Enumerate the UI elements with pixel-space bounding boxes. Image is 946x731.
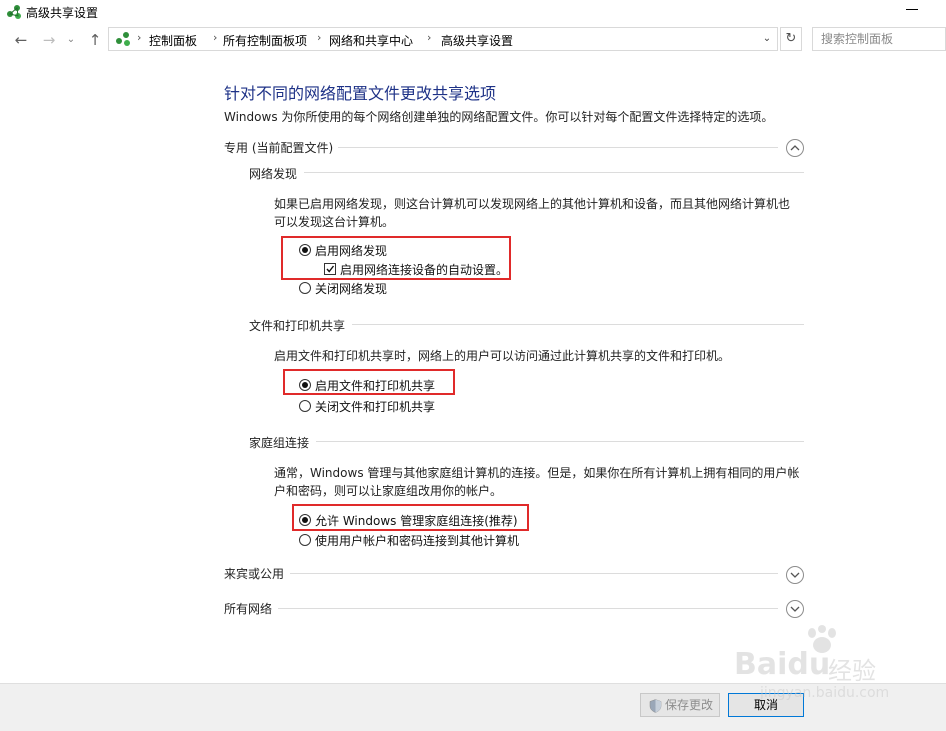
refresh-icon[interactable]: ↻: [780, 27, 802, 51]
homegroup-description: 通常，Windows 管理与其他家庭组计算机的连接。但是，如果你在所有计算机上拥…: [274, 464, 799, 500]
breadcrumb-separator-icon[interactable]: ›: [213, 31, 217, 44]
network-app-icon: [6, 4, 22, 20]
watermark-logo-text: Baidu: [734, 647, 831, 682]
watermark-url: jingyan.baidu.com: [760, 685, 890, 701]
divider: [304, 172, 804, 173]
expand-chevron-down-icon[interactable]: [786, 600, 804, 618]
network-discovery-heading: 网络发现: [249, 167, 298, 181]
up-arrow-icon[interactable]: ↑: [84, 29, 106, 51]
file-printer-sharing-heading: 文件和打印机共享: [249, 319, 346, 333]
radio-unselected-icon[interactable]: [299, 282, 311, 294]
breadcrumb-separator-icon[interactable]: ›: [137, 31, 141, 44]
breadcrumb-separator-icon[interactable]: ›: [427, 31, 431, 44]
breadcrumb-advanced-sharing[interactable]: 高级共享设置: [441, 32, 513, 49]
address-bar[interactable]: › 控制面板 › 所有控制面板项 › 网络和共享中心 › 高级共享设置 ⌄: [108, 27, 778, 51]
radio-label: 关闭网络发现: [315, 282, 388, 296]
minimize-button[interactable]: [900, 0, 924, 20]
divider: [338, 147, 778, 148]
highlight-box: [281, 236, 511, 280]
navigation-bar: ← → ⌄ ↑ › 控制面板 › 所有控制面板项 › 网络和共享中心 › 高级共…: [0, 26, 946, 54]
breadcrumb-separator-icon[interactable]: ›: [317, 31, 321, 44]
save-changes-button[interactable]: 保存更改: [640, 693, 720, 717]
recent-locations-chevron-icon[interactable]: ⌄: [64, 29, 78, 51]
watermark-cn-text: 经验: [828, 657, 876, 685]
breadcrumb-network-center[interactable]: 网络和共享中心: [329, 32, 413, 49]
network-discovery-description: 如果已启用网络发现，则这台计算机可以发现网络上的其他计算机和设备，而且其他网络计…: [274, 195, 790, 231]
description-line: 如果已启用网络发现，则这台计算机可以发现网络上的其他计算机和设备，而且其他网络计…: [274, 197, 791, 211]
all-networks-heading[interactable]: 所有网络: [224, 600, 272, 617]
page-description: Windows 为你所使用的每个网络创建单独的网络配置文件。你可以针对每个配置文…: [224, 110, 774, 124]
breadcrumb-all-items[interactable]: 所有控制面板项: [223, 32, 307, 49]
divider: [352, 324, 804, 325]
window-title: 高级共享设置: [26, 6, 99, 20]
radio-unselected-icon[interactable]: [299, 534, 311, 546]
divider: [278, 608, 778, 609]
collapse-chevron-up-icon[interactable]: [786, 139, 804, 157]
breadcrumb-control-panel[interactable]: 控制面板: [149, 32, 197, 49]
divider: [316, 441, 804, 442]
address-dropdown-icon[interactable]: ⌄: [759, 31, 775, 47]
description-line: 户和密码，则可以让家庭组改用你的帐户。: [274, 484, 503, 498]
search-input[interactable]: 搜索控制面板: [812, 27, 946, 51]
page-title: 针对不同的网络配置文件更改共享选项: [224, 84, 497, 103]
title-bar: [0, 0, 946, 24]
radio-label: 关闭文件和打印机共享: [315, 400, 436, 414]
homegroup-heading: 家庭组连接: [249, 436, 310, 450]
shield-icon: [649, 698, 662, 713]
forward-arrow-icon[interactable]: →: [38, 29, 60, 51]
network-crumb-icon: [115, 31, 131, 47]
expand-chevron-down-icon[interactable]: [786, 566, 804, 584]
highlight-box: [292, 504, 529, 531]
file-printer-sharing-description: 启用文件和打印机共享时，网络上的用户可以访问通过此计算机共享的文件和打印机。: [274, 349, 731, 363]
radio-label: 使用用户帐户和密码连接到其他计算机: [315, 534, 520, 548]
guest-public-heading[interactable]: 来宾或公用: [224, 565, 284, 582]
save-button-label: 保存更改: [665, 698, 714, 712]
description-line: 通常，Windows 管理与其他家庭组计算机的连接。但是，如果你在所有计算机上拥…: [274, 466, 800, 480]
highlight-box: [283, 369, 455, 395]
radio-unselected-icon[interactable]: [299, 400, 311, 412]
description-line: 可以发现这台计算机。: [274, 215, 395, 229]
baidu-watermark-logo: Baidu 经验 jingyan.baidu.com: [720, 625, 900, 705]
private-profile-heading[interactable]: 专用 (当前配置文件): [224, 139, 333, 156]
divider: [290, 573, 778, 574]
back-arrow-icon[interactable]: ←: [10, 29, 32, 51]
